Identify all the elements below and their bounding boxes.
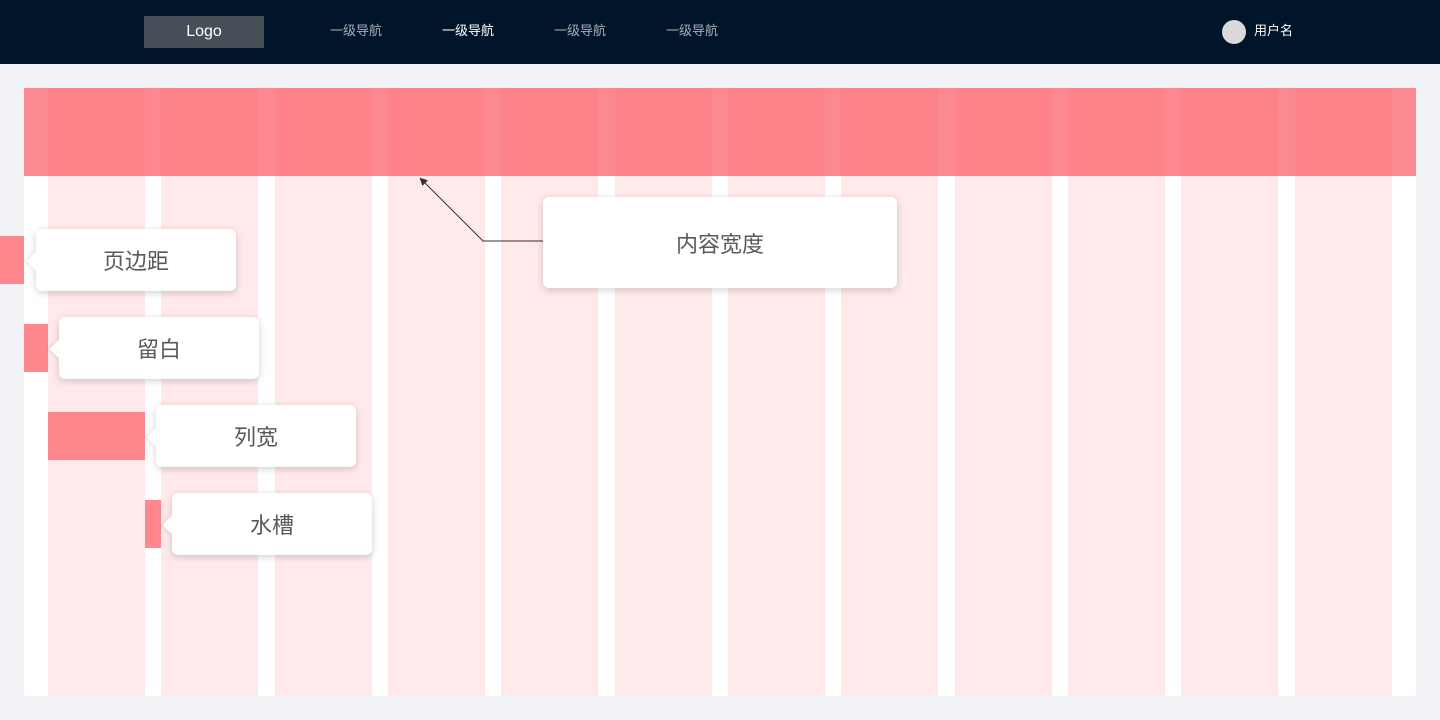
padding-marker <box>24 324 48 372</box>
user-menu[interactable]: 用户名 <box>1222 20 1293 44</box>
grid-column <box>1295 88 1392 696</box>
band-column <box>48 88 145 176</box>
grid-column <box>1068 88 1165 696</box>
column-width-callout: 列宽 <box>146 405 356 467</box>
nav-item-4[interactable]: 一级导航 <box>656 22 728 42</box>
top-nav-bar: Logo 一级导航 一级导航 一级导航 一级导航 用户名 <box>0 0 1440 64</box>
page-margin-label: 页边距 <box>102 250 169 275</box>
gutter-marker <box>145 500 161 548</box>
band-column <box>501 88 598 176</box>
logo[interactable]: Logo <box>144 16 264 48</box>
content-area <box>24 88 1416 696</box>
gutter-label: 水槽 <box>249 514 294 539</box>
band-column <box>841 88 938 176</box>
username[interactable]: 用户名 <box>1254 20 1293 44</box>
column-width-marker <box>48 412 145 460</box>
gutter-callout: 水槽 <box>162 493 372 555</box>
band-column <box>1068 88 1165 176</box>
column-width-label: 列宽 <box>233 426 278 451</box>
grid-column <box>841 88 938 696</box>
grid-column <box>275 88 372 696</box>
grid-column <box>955 88 1052 696</box>
content-width-label: 内容宽度 <box>675 232 764 258</box>
grid-column <box>1181 88 1278 696</box>
avatar[interactable] <box>1222 20 1246 44</box>
band-column <box>1295 88 1392 176</box>
band-column <box>615 88 712 176</box>
grid-column <box>48 88 145 696</box>
grid-column <box>615 88 712 696</box>
band-column <box>728 88 825 176</box>
band-column <box>1181 88 1278 176</box>
page-margin-marker <box>0 236 24 284</box>
content-width-callout: 内容宽度 <box>543 197 897 288</box>
padding-label: 留白 <box>136 338 181 363</box>
band-column <box>955 88 1052 176</box>
padding-callout: 留白 <box>49 317 259 379</box>
nav-item-3[interactable]: 一级导航 <box>544 22 616 42</box>
grid-column <box>501 88 598 696</box>
band-column <box>275 88 372 176</box>
nav-item-2[interactable]: 一级导航 <box>432 22 504 42</box>
nav-item-1[interactable]: 一级导航 <box>320 22 392 42</box>
band-column <box>161 88 258 176</box>
content-width-band <box>24 88 1416 176</box>
grid-column <box>388 88 485 696</box>
grid-column <box>728 88 825 696</box>
band-column <box>388 88 485 176</box>
grid-column <box>161 88 258 696</box>
page-margin-callout: 页边距 <box>26 229 236 291</box>
